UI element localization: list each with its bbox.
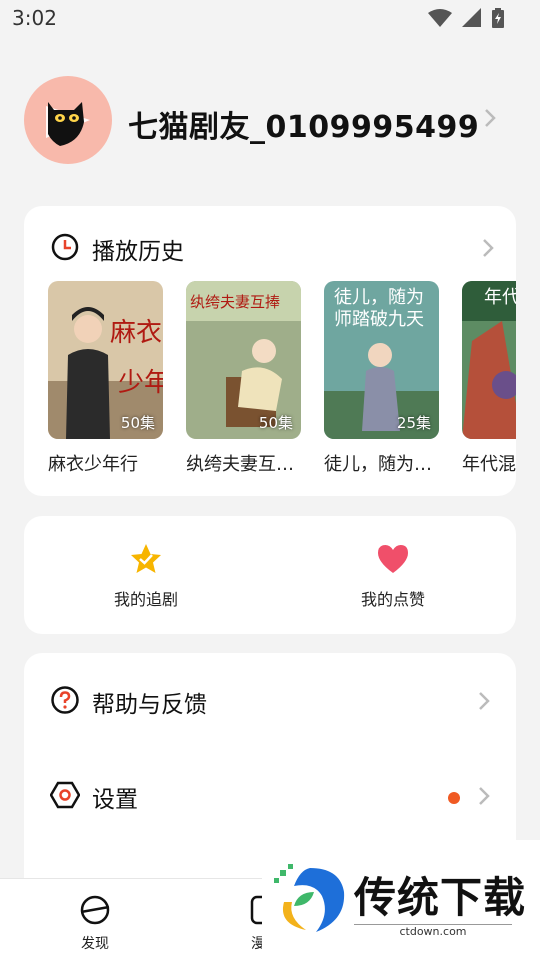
- profile-header[interactable]: 七猫剧友_0109995499: [24, 76, 516, 166]
- help-feedback-row[interactable]: 帮助与反馈: [24, 669, 516, 729]
- signal-icon: [462, 8, 481, 27]
- drama-cover[interactable]: 纨绔夫妻互捧 50集: [186, 281, 301, 439]
- wifi-icon: [428, 9, 452, 27]
- watermark-url: ctdown.com: [354, 924, 512, 938]
- episode-count: 25集: [396, 414, 431, 432]
- nav-discover-label: 发现: [81, 936, 109, 952]
- settings-row[interactable]: 设置: [24, 764, 516, 824]
- settings-label: 设置: [92, 787, 138, 813]
- watermark-logo-icon: [274, 864, 345, 932]
- nav-discover[interactable]: 发现: [55, 893, 135, 953]
- avatar[interactable]: [24, 76, 112, 164]
- notification-dot: [448, 792, 460, 804]
- history-item[interactable]: 年代 年代混: [462, 281, 516, 476]
- play-history-title: 播放历史: [92, 239, 184, 265]
- my-follow-button[interactable]: 我的追剧: [76, 542, 216, 610]
- star-check-icon: [131, 544, 161, 573]
- drama-cover[interactable]: 麻衣 少年 50集: [48, 281, 163, 439]
- status-icons: [428, 8, 504, 28]
- drama-title: 麻衣少年行: [48, 454, 138, 475]
- my-likes-button[interactable]: 我的点赞: [323, 542, 463, 610]
- history-item[interactable]: 麻衣 少年 50集 麻衣少年行: [48, 281, 163, 476]
- hexagon-settings-icon: [50, 781, 80, 809]
- question-circle-icon: [51, 686, 79, 714]
- status-time: 3:02: [12, 6, 57, 30]
- chevron-right-icon[interactable]: [478, 786, 490, 806]
- history-item[interactable]: 徒儿，随为 师踏破九天 25集 徒儿，随为…: [324, 281, 439, 476]
- history-list: 麻衣 少年 50集 麻衣少年行 纨绔夫妻互捧 50集 纨绔夫妻互… 徒儿，随为 …: [48, 281, 516, 481]
- watermark-title: 传统下载: [354, 873, 527, 922]
- drama-title: 纨绔夫妻互…: [186, 454, 294, 475]
- help-feedback-label: 帮助与反馈: [92, 692, 207, 718]
- clock-icon: [51, 233, 79, 261]
- drama-title: 徒儿，随为…: [324, 454, 432, 475]
- watermark-overlay: 传统下载 ctdown.com: [262, 840, 540, 960]
- play-history-card: 播放历史 麻衣 少年 50集 麻衣少年行 纨绔夫妻互捧 50集 纨绔夫妻互… 徒…: [24, 206, 516, 496]
- drama-cover[interactable]: 年代: [462, 281, 516, 439]
- chevron-right-icon[interactable]: [484, 108, 496, 128]
- play-history-header[interactable]: 播放历史: [50, 230, 516, 266]
- history-item[interactable]: 纨绔夫妻互捧 50集 纨绔夫妻互…: [186, 281, 301, 476]
- drama-cover[interactable]: 徒儿，随为 师踏破九天 25集: [324, 281, 439, 439]
- episode-count: 50集: [258, 414, 293, 432]
- my-follow-label: 我的追剧: [113, 590, 178, 609]
- battery-charging-icon: [492, 8, 504, 28]
- heart-icon: [378, 545, 408, 573]
- svg-text:少年: 少年: [118, 368, 163, 398]
- svg-text:麻衣: 麻衣: [110, 318, 162, 348]
- discover-icon: [80, 895, 110, 925]
- svg-text:年代: 年代: [484, 287, 516, 308]
- status-bar: 3:02: [0, 0, 540, 36]
- cat-play-logo-icon: [46, 102, 90, 146]
- chevron-right-icon[interactable]: [478, 691, 490, 711]
- username: 七猫剧友_0109995499: [128, 110, 480, 145]
- svg-text:师踏破九天: 师踏破九天: [334, 309, 424, 330]
- my-likes-label: 我的点赞: [360, 590, 425, 609]
- drama-title: 年代混: [462, 454, 516, 475]
- svg-text:徒儿，随为: 徒儿，随为: [334, 287, 424, 308]
- chevron-right-icon[interactable]: [482, 238, 494, 258]
- quick-actions-card: 我的追剧 我的点赞: [24, 516, 516, 634]
- svg-text:纨绔夫妻互捧: 纨绔夫妻互捧: [190, 293, 280, 311]
- episode-count: 50集: [120, 414, 155, 432]
